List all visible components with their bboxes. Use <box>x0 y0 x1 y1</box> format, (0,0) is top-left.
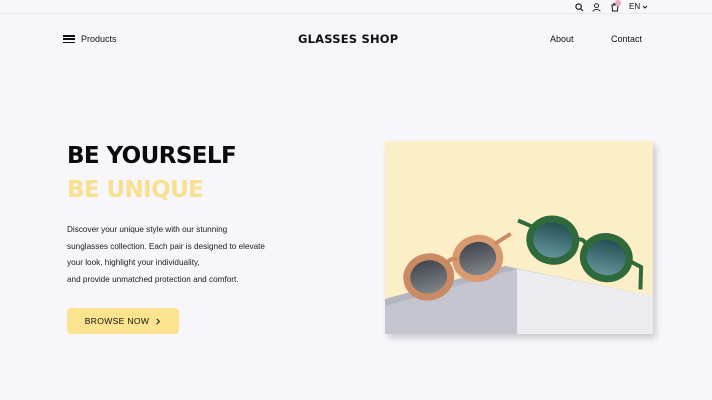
description-line: Discover your unique style with our stun… <box>67 225 228 234</box>
search-icon[interactable] <box>573 1 585 13</box>
description-line: and provide unmatched protection and com… <box>67 274 239 284</box>
brand-logo[interactable]: GLASSES SHOP <box>298 30 398 48</box>
language-selector[interactable]: EN <box>629 1 648 13</box>
chevron-down-icon <box>642 5 648 9</box>
hamburger-icon <box>63 35 75 43</box>
main-nav: Products GLASSES SHOP About Contact <box>0 30 712 48</box>
language-label: EN <box>629 2 641 11</box>
hero-title: BE YOURSELF BE UNIQUE <box>67 142 237 204</box>
products-label: Products <box>81 34 117 44</box>
nav-link-about[interactable]: About <box>550 30 574 48</box>
utility-bar: EN <box>0 0 712 14</box>
hero-product-image <box>385 141 653 334</box>
chevron-right-icon <box>156 318 161 324</box>
hero-title-line1: BE YOURSELF <box>67 143 237 169</box>
cart-badge <box>615 0 621 6</box>
description-line: sunglasses collection. Each pair is desi… <box>67 241 265 251</box>
hero-description: Discover your unique style with our stun… <box>67 222 337 288</box>
nav-link-contact[interactable]: Contact <box>611 30 642 48</box>
browse-now-label: BROWSE NOW <box>84 316 150 326</box>
description-line: your look, highlight your individuality, <box>67 258 200 267</box>
user-icon[interactable] <box>590 1 602 13</box>
cart-icon[interactable] <box>609 0 621 13</box>
browse-now-button[interactable]: BROWSE NOW <box>67 308 179 334</box>
hero-title-line2: BE UNIQUE <box>67 177 204 203</box>
products-menu-button[interactable]: Products <box>63 30 117 48</box>
